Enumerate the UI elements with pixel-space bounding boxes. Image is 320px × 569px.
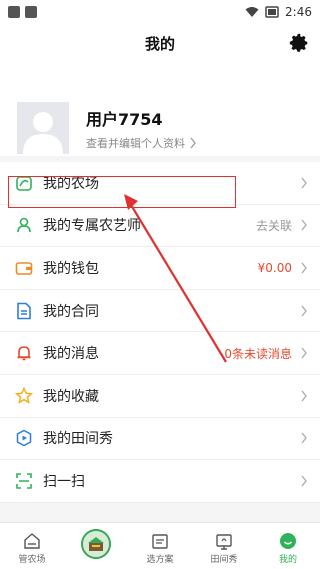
menu-item-label: 我的专属农艺师 [43,218,141,235]
chevron-right-icon [301,390,307,402]
tab-choose-plan[interactable]: 选方案 [128,523,192,569]
farm-center-icon [81,529,111,559]
tab-field-show[interactable]: 田间秀 [192,523,256,569]
avatar[interactable] [17,102,69,154]
status-time: 2:46 [285,5,312,19]
menu-item-contract[interactable]: 我的合同 [0,290,320,333]
menu-item-scan[interactable]: 扫一扫 [0,460,320,503]
menu-item-label: 我的田间秀 [43,431,113,448]
wallet-balance: ¥0.00 [257,260,292,275]
contract-icon [15,302,33,320]
status-indicators: 2:46 [245,5,312,19]
tab-farm-center[interactable] [64,523,128,569]
photo-icon [216,534,232,550]
menu-item-label: 我的钱包 [43,260,99,277]
menu-item-label: 我的消息 [43,346,99,363]
chevron-right-icon [301,475,307,487]
menu-list: 我的农场 我的专属农艺师 去关联 我的钱包 ¥0.00 我的合同 我的消息 0条… [0,162,320,503]
tab-mine[interactable]: 我的 [256,523,320,569]
scan-icon [15,472,33,490]
chevron-right-icon [301,219,307,231]
home-icon [24,533,40,549]
menu-item-label: 我的收藏 [43,388,99,405]
edit-profile-link[interactable]: 查看并编辑个人资料 [86,135,197,151]
status-notification-icons [8,6,37,18]
menu-item-label: 扫一扫 [43,473,85,490]
wifi-icon [245,7,259,17]
menu-item-farm[interactable]: 我的农场 [0,162,320,205]
menu-item-field-show[interactable]: 我的田间秀 [0,418,320,461]
chevron-right-icon [190,137,196,149]
default-avatar-icon [23,112,63,154]
smile-icon [280,533,296,549]
agronomist-icon [15,216,33,234]
profile-card[interactable]: 用户7754 查看并编辑个人资料 [0,62,320,156]
chevron-right-icon [301,177,307,189]
menu-item-label: 我的农场 [43,175,99,192]
chevron-right-icon [301,262,307,274]
menu-item-messages[interactable]: 我的消息 0条未读消息 [0,332,320,375]
tab-manage-farm[interactable]: 管农场 [0,523,64,569]
menu-item-value: 去关联 [255,218,292,233]
menu-item-agronomist[interactable]: 我的专属农艺师 去关联 [0,205,320,248]
chevron-right-icon [301,432,307,444]
play-icon [15,429,33,447]
star-icon [15,386,33,405]
tab-label: 田间秀 [210,555,238,565]
battery-icon [265,6,279,18]
status-bar: 2:46 [0,0,320,24]
tab-label: 我的 [278,555,297,565]
chevron-right-icon [301,305,307,316]
app-header: 我的 [0,24,320,62]
wallet-icon [15,259,33,277]
bell-icon [15,344,33,362]
map-icon [152,534,168,549]
page-title: 我的 [144,34,175,53]
chevron-right-icon [301,347,307,359]
menu-item-wallet[interactable]: 我的钱包 ¥0.00 [0,247,320,290]
notification-icon [25,6,37,18]
edit-profile-label: 查看并编辑个人资料 [86,137,185,150]
unread-count: 0条未读消息 [224,346,292,361]
gear-icon[interactable] [288,32,310,54]
menu-item-label: 我的合同 [43,303,99,320]
menu-item-favorites[interactable]: 我的收藏 [0,375,320,418]
bottom-tab-bar: 管农场 选方案 田间秀 我的 [0,522,320,569]
tab-label: 管农场 [18,555,46,565]
username: 用户7754 [86,110,163,129]
tab-label: 选方案 [146,555,174,565]
notification-icon [8,6,20,18]
farm-icon [15,174,33,192]
